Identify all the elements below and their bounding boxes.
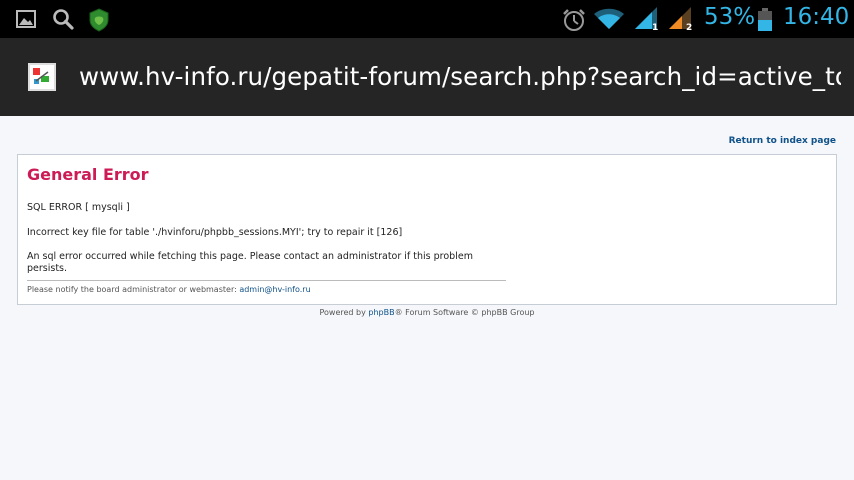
return-to-index-link[interactable]: Return to index page [729, 136, 836, 146]
url-text[interactable]: www.hv-info.ru/gepatit-forum/search.php?… [79, 62, 841, 91]
status-bar: 1 2 53% 16:40 [0, 0, 854, 38]
signal-sim1-label: 1 [652, 23, 658, 31]
clock: 16:40 [783, 4, 850, 30]
footer: Powered by phpBB® Forum Software © phpBB… [0, 308, 854, 317]
alarm-icon [561, 7, 587, 37]
shield-icon [88, 8, 110, 36]
search-icon [52, 8, 74, 34]
battery-icon [757, 8, 773, 36]
error-title: General Error [27, 165, 149, 184]
phpbb-link[interactable]: phpBB [368, 308, 394, 317]
notify-text: Please notify the board administrator or… [27, 285, 311, 294]
error-message: An sql error occurred while fetching thi… [27, 251, 473, 274]
divider [27, 280, 506, 281]
admin-email-link[interactable]: admin@hv-info.ru [239, 285, 310, 294]
footer-prefix: Powered by [319, 308, 369, 317]
error-panel: General Error SQL ERROR [ mysqli ] Incor… [17, 154, 837, 305]
sql-error-label: SQL ERROR [ mysqli ] [27, 202, 130, 213]
address-bar[interactable]: www.hv-info.ru/gepatit-forum/search.php?… [0, 38, 854, 116]
gallery-icon [16, 10, 36, 32]
wifi-icon [593, 7, 625, 35]
signal-sim2-icon: 2 [667, 7, 695, 35]
battery-percent: 53% [704, 4, 756, 30]
signal-sim1-icon: 1 [633, 7, 661, 35]
error-detail: Incorrect key file for table './hvinforu… [27, 227, 403, 238]
favicon-icon [28, 63, 56, 91]
signal-sim2-label: 2 [686, 23, 692, 31]
notify-label: Please notify the board administrator or… [27, 285, 240, 294]
footer-suffix: ® Forum Software © phpBB Group [394, 308, 535, 317]
